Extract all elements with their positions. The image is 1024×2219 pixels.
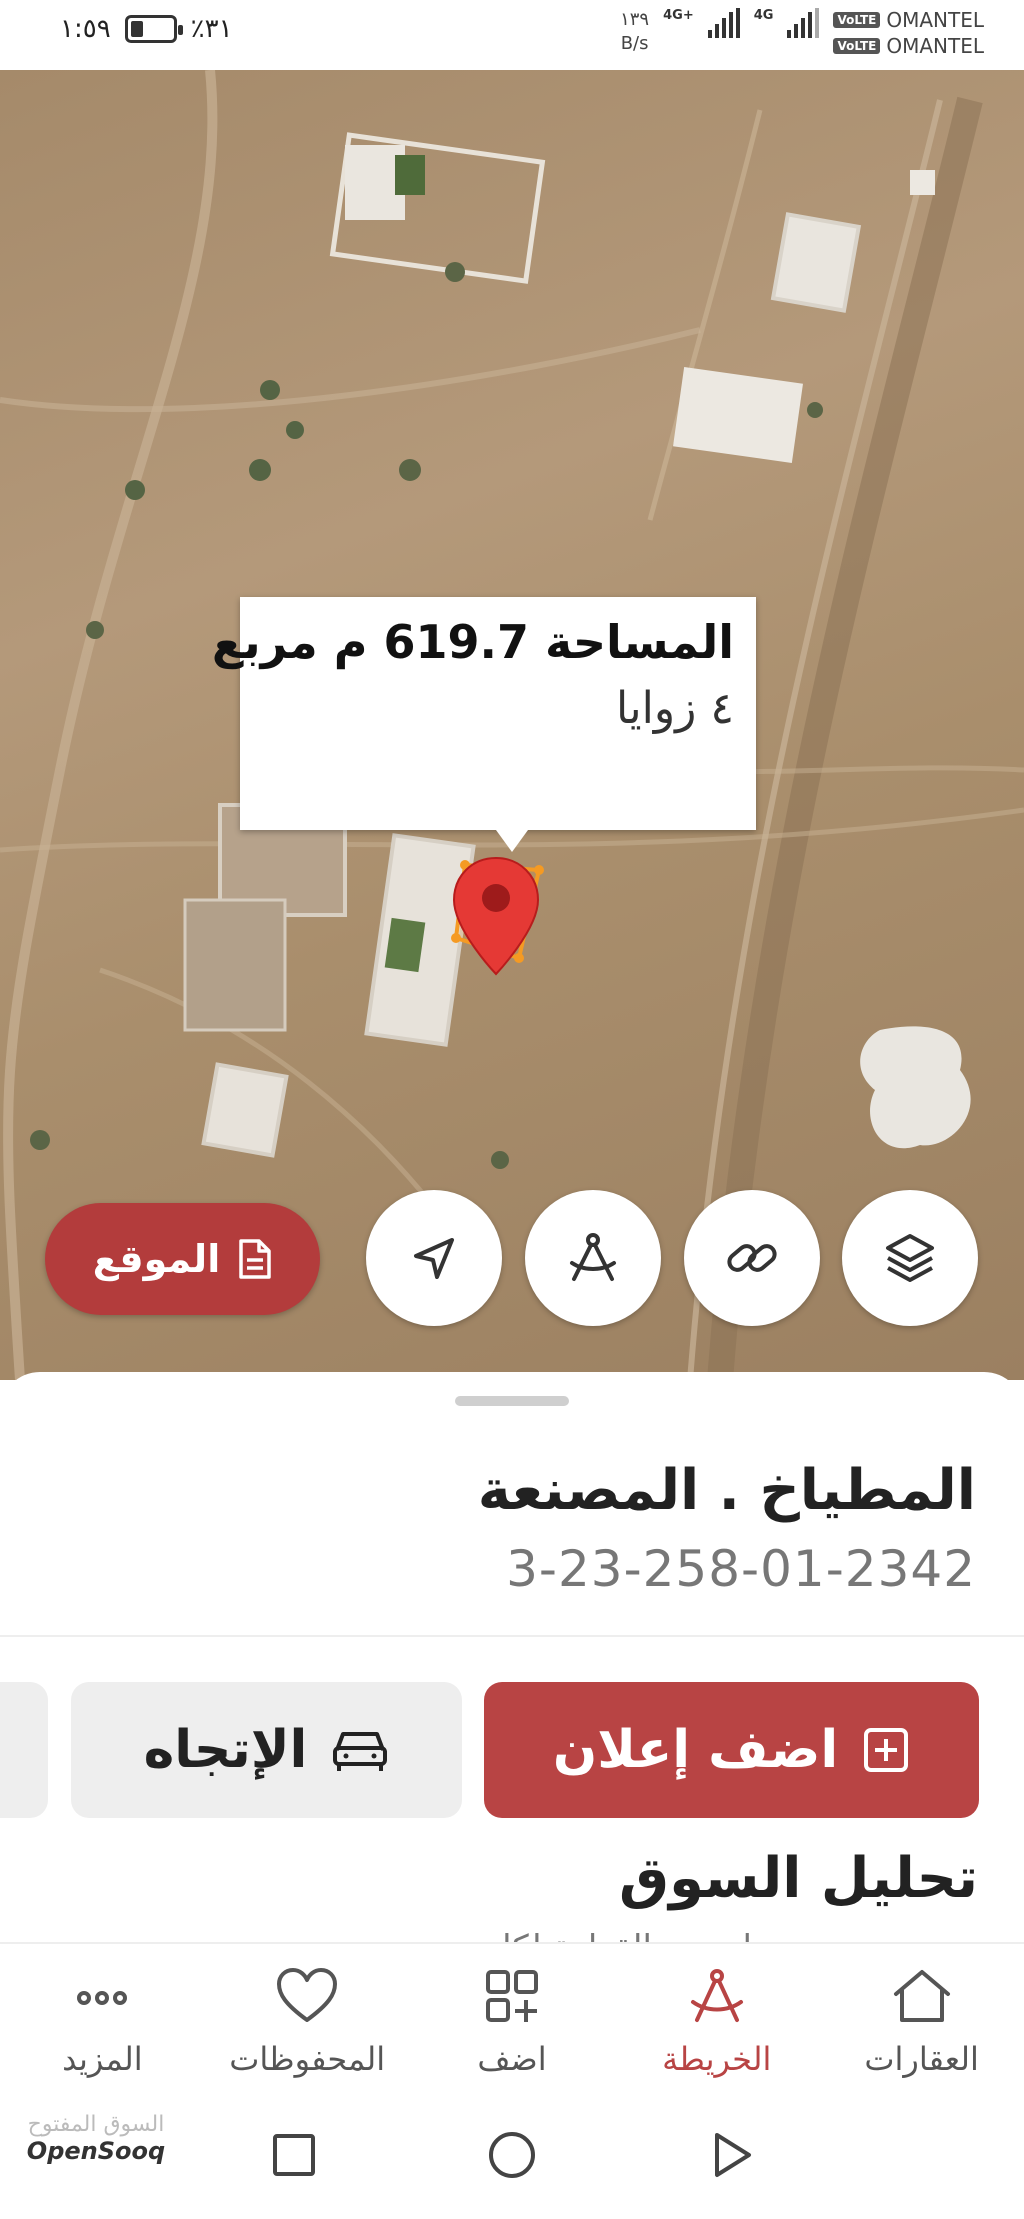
market-analysis-title: تحليل السوق — [619, 1846, 978, 1911]
nav-label: المحفوظات — [229, 2040, 386, 2078]
directions-button[interactable]: الإتجاه — [71, 1682, 462, 1818]
heart-icon — [277, 1968, 338, 2022]
speed-unit: B/s — [620, 33, 649, 54]
plot-number: 3-23-258-01-2342 — [506, 1540, 976, 1598]
watermark-english: OpenSooq — [26, 2137, 166, 2165]
volte-badge: VoLTE — [833, 12, 881, 28]
system-navigation-bar: السوق المفتوح OpenSooq — [0, 2092, 1024, 2219]
nav-item-map[interactable]: الخريطة — [614, 1944, 819, 2092]
satellite-map[interactable]: المساحة 619.7 م مربع ٤ زوايا الموقع — [0, 70, 1024, 1380]
signal-icon — [787, 8, 820, 38]
measure-button[interactable] — [525, 1190, 661, 1326]
battery-percent: ٪٣١ — [190, 14, 233, 44]
place-title: المطياخ . المصنعة — [477, 1458, 976, 1523]
square-icon — [273, 2134, 315, 2176]
nav-item-more[interactable]: المزيد — [0, 1944, 205, 2092]
network-type-1: 4G+ — [663, 8, 694, 23]
network-type-2: 4G — [753, 8, 774, 23]
plot-area-label: المساحة 619.7 م مربع — [211, 615, 734, 669]
circle-icon — [489, 2132, 535, 2178]
bottom-navigation: العقارات الخريطة اضف المحفوظات المزيد — [0, 1942, 1024, 2092]
layers-button[interactable] — [842, 1190, 978, 1326]
location-button-label: الموقع — [92, 1237, 221, 1281]
carrier-name: OMANTEL — [886, 34, 984, 58]
location-button[interactable]: الموقع — [45, 1203, 320, 1315]
carrier-list: VoLTE OMANTEL VoLTE OMANTEL — [833, 8, 984, 58]
add-box-icon — [864, 1728, 909, 1772]
clock: ١:٥٩ — [60, 14, 111, 44]
nav-item-real-estate[interactable]: العقارات — [819, 1944, 1024, 2092]
nav-label: الخريطة — [662, 2040, 772, 2078]
place-details-sheet[interactable]: المطياخ . المصنعة 3-23-258-01-2342 اضف إ… — [0, 1372, 1024, 1942]
status-bar: ١:٥٩ ٪٣١ ١٣٩ B/s 4G+ 4G VoLTE OMANTEL VoL… — [0, 0, 1024, 70]
signal-icon — [707, 8, 740, 38]
share-link-button[interactable] — [684, 1190, 820, 1326]
nav-item-add[interactable]: اضف — [410, 1944, 615, 2092]
network-speed: ١٣٩ B/s — [620, 8, 649, 56]
car-icon — [333, 1732, 388, 1771]
navigate-icon — [414, 1238, 454, 1279]
nav-label: العقارات — [864, 2040, 979, 2078]
plot-corners-label: ٤ زوايا — [616, 683, 734, 734]
status-left: ١:٥٩ ٪٣١ — [60, 14, 233, 44]
battery-icon — [124, 15, 183, 43]
carrier-name: OMANTEL — [886, 8, 984, 32]
navigate-button[interactable] — [366, 1190, 502, 1326]
document-icon — [239, 1239, 271, 1279]
recents-button[interactable] — [259, 2120, 329, 2190]
market-analysis-subtitle: متوسط سعر القطعة لكل متر — [429, 1928, 844, 1942]
add-ad-button[interactable]: اضف إعلان — [484, 1682, 979, 1818]
home-button[interactable] — [477, 2120, 547, 2190]
measure-icon — [570, 1233, 616, 1281]
opensooq-watermark: السوق المفتوح OpenSooq — [20, 2112, 172, 2192]
directions-label: الإتجاه — [143, 1720, 308, 1780]
speed-value: ١٣٩ — [620, 9, 650, 30]
nav-label: اضف — [477, 2040, 547, 2078]
compass-icon — [690, 1969, 743, 2022]
nav-label: المزيد — [62, 2040, 143, 2078]
home-icon — [893, 1970, 950, 2022]
more-icon — [77, 1991, 128, 2005]
plot-area-callout: المساحة 619.7 م مربع ٤ زوايا — [211, 597, 756, 852]
layers-icon — [886, 1234, 934, 1282]
divider — [0, 1635, 1024, 1637]
status-right: ١٣٩ B/s 4G+ 4G VoLTE OMANTEL VoLTE OMANTEL — [620, 8, 984, 58]
triangle-back-icon — [715, 2133, 751, 2177]
nav-item-saved[interactable]: المحفوظات — [205, 1944, 410, 2092]
map-pin-icon[interactable] — [452, 856, 540, 976]
back-button[interactable] — [695, 2120, 765, 2190]
link-icon — [727, 1244, 777, 1272]
volte-badge: VoLTE — [833, 38, 881, 54]
more-actions-button[interactable] — [0, 1682, 48, 1818]
add-grid-icon — [486, 1970, 539, 2022]
add-ad-label: اضف إعلان — [552, 1720, 839, 1780]
sheet-drag-handle[interactable] — [455, 1396, 569, 1406]
watermark-arabic: السوق المفتوح — [27, 2112, 165, 2137]
